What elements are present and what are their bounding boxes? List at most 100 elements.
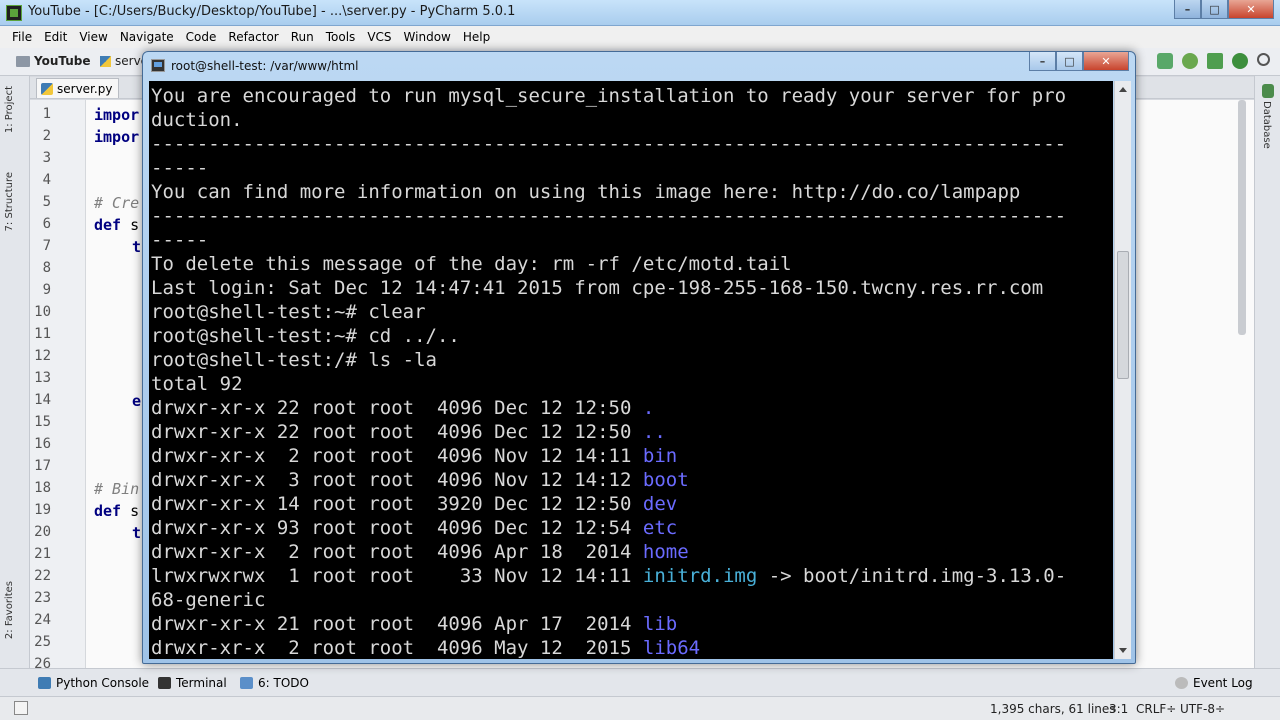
listing-row: drwxr-xr-x 22 root root 4096 Dec 12 12:5… xyxy=(151,420,1113,444)
putty-close-button[interactable]: ✕ xyxy=(1083,52,1129,71)
terminal-scrollbar[interactable] xyxy=(1114,81,1131,659)
listing-meta: 68-generic xyxy=(151,589,266,611)
menu-view[interactable]: View xyxy=(73,30,113,44)
terminal-output[interactable]: You are encouraged to run mysql_secure_i… xyxy=(149,81,1113,659)
terminal-line: ----- xyxy=(151,157,209,179)
scroll-up-icon[interactable] xyxy=(1119,87,1127,92)
tool-terminal[interactable]: Terminal xyxy=(158,676,227,690)
terminal-icon xyxy=(158,677,171,689)
listing-meta: drwxr-xr-x 3 root root 4096 Nov 12 14:12 xyxy=(151,469,643,491)
menu-window[interactable]: Window xyxy=(398,30,457,44)
line-number: 23 xyxy=(34,590,51,606)
menu-vcs[interactable]: VCS xyxy=(361,30,397,44)
status-encoding[interactable]: UTF-8÷ xyxy=(1180,702,1225,716)
tool-tab-project[interactable]: 1: Project xyxy=(4,86,15,133)
code-line-19: def s xyxy=(94,502,139,520)
tool-python-console[interactable]: Python Console xyxy=(38,676,149,690)
menu-edit[interactable]: Edit xyxy=(38,30,73,44)
line-number: 19 xyxy=(34,502,51,518)
right-tool-strip: Database xyxy=(1254,76,1280,668)
line-number: 18 xyxy=(34,480,51,496)
debug-icon[interactable] xyxy=(1182,53,1198,69)
listing-meta: drwxr-xr-x 93 root root 4096 Dec 12 12:5… xyxy=(151,517,643,539)
terminal-line: duction. xyxy=(151,109,243,131)
terminal-line: Last login: Sat Dec 12 14:47:41 2015 fro… xyxy=(151,277,1044,299)
profile-icon[interactable] xyxy=(1232,53,1248,69)
line-number: 14 xyxy=(34,392,51,408)
directory-name: lib64 xyxy=(642,637,701,659)
status-bar: 1,395 chars, 61 lines 3:1 CRLF÷ UTF-8÷ xyxy=(0,696,1280,720)
pycharm-window-title: YouTube - [C:/Users/Bucky/Desktop/YouTub… xyxy=(28,4,516,19)
maximize-button[interactable]: □ xyxy=(1201,0,1228,19)
search-icon[interactable] xyxy=(1257,53,1270,66)
breadcrumb-file[interactable]: serve xyxy=(100,54,148,68)
directory-name: boot xyxy=(642,469,689,491)
code-line-1: impor xyxy=(94,106,140,124)
menu-code[interactable]: Code xyxy=(180,30,223,44)
code-line-7: t xyxy=(132,238,142,256)
directory-name: etc xyxy=(642,517,678,539)
menu-refactor[interactable]: Refactor xyxy=(222,30,284,44)
line-number: 8 xyxy=(42,260,51,276)
line-number: 4 xyxy=(42,172,51,188)
tool-tab-structure[interactable]: 7: Structure xyxy=(4,172,15,231)
putty-window-title: root@shell-test: /var/www/html xyxy=(171,59,359,73)
tool-windows-toggle-icon[interactable] xyxy=(14,701,28,715)
listing-meta: drwxr-xr-x 14 root root 3920 Dec 12 12:5… xyxy=(151,493,643,515)
line-number: 13 xyxy=(34,370,51,386)
putty-maximize-button[interactable]: □ xyxy=(1056,52,1083,71)
menu-tools[interactable]: Tools xyxy=(320,30,362,44)
menu-run[interactable]: Run xyxy=(285,30,320,44)
status-line-separator[interactable]: CRLF÷ xyxy=(1136,702,1176,716)
menu-bar: File Edit View Navigate Code Refactor Ru… xyxy=(0,26,1280,48)
close-button[interactable]: ✕ xyxy=(1228,0,1274,19)
listing-row: drwxr-xr-x 93 root root 4096 Dec 12 12:5… xyxy=(151,516,1113,540)
run-icon[interactable] xyxy=(1157,53,1173,69)
todo-icon xyxy=(240,677,253,689)
terminal-line: To delete this message of the day: rm -r… xyxy=(151,253,792,275)
tool-tab-database[interactable]: Database xyxy=(1261,101,1272,149)
scroll-down-icon[interactable] xyxy=(1119,648,1127,653)
event-log-label: Event Log xyxy=(1193,676,1253,690)
coverage-icon[interactable] xyxy=(1207,53,1223,69)
line-number: 3 xyxy=(42,150,51,166)
minimize-button[interactable]: – xyxy=(1174,0,1201,19)
listing-meta: lrwxrwxrwx 1 root root 33 Nov 12 14:11 xyxy=(151,565,643,587)
symlink-target: -> boot/initrd.img-3.13.0- xyxy=(757,565,1067,587)
line-number: 21 xyxy=(34,546,51,562)
code-line-18: # Bin xyxy=(94,480,140,498)
terminal-line: root@shell-test:~# clear xyxy=(151,301,426,323)
terminal-line: You can find more information on using t… xyxy=(151,181,1021,203)
putty-app-icon xyxy=(151,59,165,72)
listing-row: drwxr-xr-x 3 root root 4096 Nov 12 14:12… xyxy=(151,468,1113,492)
listing-row: drwxr-xr-x 2 root root 4096 May 12 2015 … xyxy=(151,636,1113,659)
editor-scrollbar[interactable] xyxy=(1238,100,1246,335)
scroll-thumb[interactable] xyxy=(1117,251,1129,379)
listing-row: drwxr-xr-x 2 root root 4096 Apr 18 2014 … xyxy=(151,540,1113,564)
pycharm-title-bar: YouTube - [C:/Users/Bucky/Desktop/YouTub… xyxy=(0,0,1280,26)
terminal-line: root@shell-test:~# cd ../.. xyxy=(151,325,460,347)
line-number: 9 xyxy=(42,282,51,298)
breadcrumb-project[interactable]: YouTube xyxy=(16,54,91,68)
menu-file[interactable]: File xyxy=(6,30,38,44)
code-line-5: # Cre xyxy=(94,194,140,212)
terminal-line: You are encouraged to run mysql_secure_i… xyxy=(151,85,1067,107)
menu-navigate[interactable]: Navigate xyxy=(114,30,180,44)
tool-python-console-label: Python Console xyxy=(56,676,150,690)
code-line-6: def s xyxy=(94,216,139,234)
event-log[interactable]: Event Log xyxy=(1175,676,1253,690)
listing-row: lrwxrwxrwx 1 root root 33 Nov 12 14:11 i… xyxy=(151,564,1113,588)
terminal-line: ----- xyxy=(151,229,209,251)
status-caret-position[interactable]: 3:1 xyxy=(1109,702,1128,716)
tab-server-py[interactable]: server.py xyxy=(36,78,120,98)
tab-label: server.py xyxy=(57,81,113,96)
tool-todo[interactable]: 6: TODO xyxy=(240,676,309,690)
editor-gutter: 1 2 3 4 5 6 7 8 9 10 11 12 13 14 15 16 17 18 19 20 21 22 23 24 2… xyxy=(30,100,86,672)
putty-minimize-button[interactable]: – xyxy=(1029,52,1056,71)
putty-window: root@shell-test: /var/www/html – □ ✕ You… xyxy=(142,51,1136,664)
menu-help[interactable]: Help xyxy=(457,30,496,44)
tool-tab-favorites[interactable]: 2: Favorites xyxy=(4,581,15,639)
directory-name: . xyxy=(642,397,655,419)
listing-row: drwxr-xr-x 21 root root 4096 Apr 17 2014… xyxy=(151,612,1113,636)
line-number: 16 xyxy=(34,436,51,452)
